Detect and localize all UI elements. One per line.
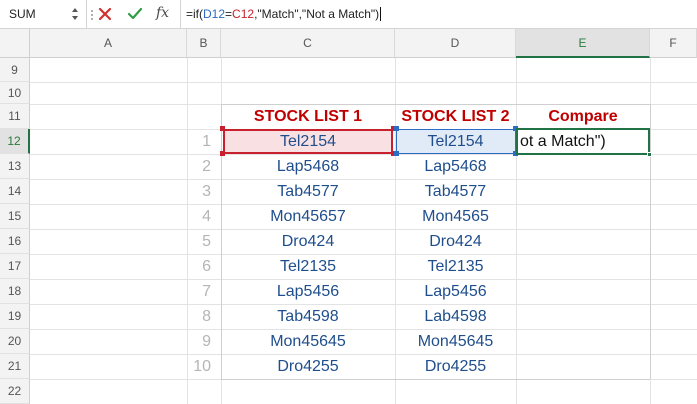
- name-box-dropdown-icon[interactable]: [70, 4, 80, 24]
- index-cell[interactable]: 1: [187, 129, 221, 154]
- stock2-cell[interactable]: Lap5468: [395, 154, 516, 179]
- formula-ref-d12: D12: [203, 7, 226, 21]
- stock2-cell[interactable]: Mon4565: [395, 204, 516, 229]
- row-header-17[interactable]: 17: [0, 254, 30, 279]
- row-header-15[interactable]: 15: [0, 204, 30, 229]
- index-cell[interactable]: 5: [187, 229, 221, 254]
- row-header-9[interactable]: 9: [0, 58, 30, 82]
- row-header-16[interactable]: 16: [0, 229, 30, 254]
- row-header-11[interactable]: 11: [0, 104, 30, 129]
- stock1-cell[interactable]: Mon45657: [221, 204, 395, 229]
- stock1-cell[interactable]: Mon45645: [221, 329, 395, 354]
- cancel-formula-button[interactable]: [95, 4, 115, 24]
- stock2-cell[interactable]: Lab4598: [395, 304, 516, 329]
- row-header-20[interactable]: 20: [0, 329, 30, 354]
- stock2-cell[interactable]: Dro424: [395, 229, 516, 254]
- index-cell[interactable]: 9: [187, 329, 221, 354]
- column-header-f[interactable]: F: [650, 29, 697, 58]
- fill-handle[interactable]: [647, 152, 652, 157]
- index-cell[interactable]: 7: [187, 279, 221, 304]
- stock1-cell[interactable]: Lap5456: [221, 279, 395, 304]
- row-header-22[interactable]: 22: [0, 379, 30, 404]
- index-cell[interactable]: 10: [187, 354, 221, 379]
- column-header-d[interactable]: D: [395, 29, 516, 58]
- stock1-cell[interactable]: Dro4255: [221, 354, 395, 379]
- drag-handle-icon[interactable]: [90, 9, 94, 21]
- formula-suffix: ,"Match","Not a Match"): [254, 7, 380, 21]
- active-cell-editor[interactable]: ot a Match"): [516, 128, 650, 155]
- confirm-formula-button[interactable]: [125, 4, 145, 24]
- name-box-value: SUM: [9, 7, 36, 21]
- index-cell[interactable]: 8: [187, 304, 221, 329]
- column-header-c[interactable]: C: [221, 29, 395, 58]
- header-stock-list-2[interactable]: STOCK LIST 2: [395, 104, 516, 129]
- formula-bar-divider: [180, 0, 181, 29]
- stock1-cell[interactable]: Tel2135: [221, 254, 395, 279]
- row-header-14[interactable]: 14: [0, 179, 30, 204]
- check-icon: [127, 7, 143, 20]
- formula-input[interactable]: =if(D12=C12,"Match","Not a Match"): [186, 7, 382, 21]
- formula-ref-c12: C12: [232, 7, 255, 21]
- name-box[interactable]: SUM: [0, 0, 87, 29]
- insert-function-button[interactable]: fx: [156, 5, 169, 21]
- index-cell[interactable]: 3: [187, 179, 221, 204]
- formula-bar: SUM fx =if(D12=C12,"Match","Not a Match"…: [0, 0, 697, 29]
- formula-equals: =: [225, 7, 233, 21]
- row-header-21[interactable]: 21: [0, 354, 30, 379]
- stock2-cell[interactable]: Tab4577: [395, 179, 516, 204]
- grid-line: [30, 82, 697, 83]
- row-header-13[interactable]: 13: [0, 154, 30, 179]
- table-border: [221, 379, 650, 380]
- stock2-cell[interactable]: Tel2154: [395, 129, 516, 154]
- formula-prefix: =if(: [186, 7, 204, 21]
- row-header-18[interactable]: 18: [0, 279, 30, 304]
- x-icon: [98, 7, 112, 21]
- column-header-b[interactable]: B: [187, 29, 221, 58]
- stock2-cell[interactable]: Mon45645: [395, 329, 516, 354]
- select-all-corner[interactable]: [0, 29, 30, 58]
- stock1-cell[interactable]: Tel2154: [221, 129, 395, 154]
- stock2-cell[interactable]: Tel2135: [395, 254, 516, 279]
- stock1-cell[interactable]: Dro424: [221, 229, 395, 254]
- table-border: [650, 104, 651, 379]
- column-header-a[interactable]: A: [30, 29, 187, 58]
- active-cell-text: ot a Match"): [520, 132, 606, 150]
- text-caret: [380, 7, 382, 21]
- stock1-cell[interactable]: Lap5468: [221, 154, 395, 179]
- stock1-cell[interactable]: Tab4577: [221, 179, 395, 204]
- column-header-e[interactable]: E: [516, 29, 650, 58]
- row-header-19[interactable]: 19: [0, 304, 30, 329]
- stock1-cell[interactable]: Tab4598: [221, 304, 395, 329]
- stock2-cell[interactable]: Dro4255: [395, 354, 516, 379]
- header-stock-list-1[interactable]: STOCK LIST 1: [221, 104, 395, 129]
- header-compare[interactable]: Compare: [516, 104, 650, 129]
- index-cell[interactable]: 2: [187, 154, 221, 179]
- index-cell[interactable]: 6: [187, 254, 221, 279]
- index-cell[interactable]: 4: [187, 204, 221, 229]
- row-header-12[interactable]: 12: [0, 129, 30, 154]
- row-header-10[interactable]: 10: [0, 82, 30, 104]
- stock2-cell[interactable]: Lap5456: [395, 279, 516, 304]
